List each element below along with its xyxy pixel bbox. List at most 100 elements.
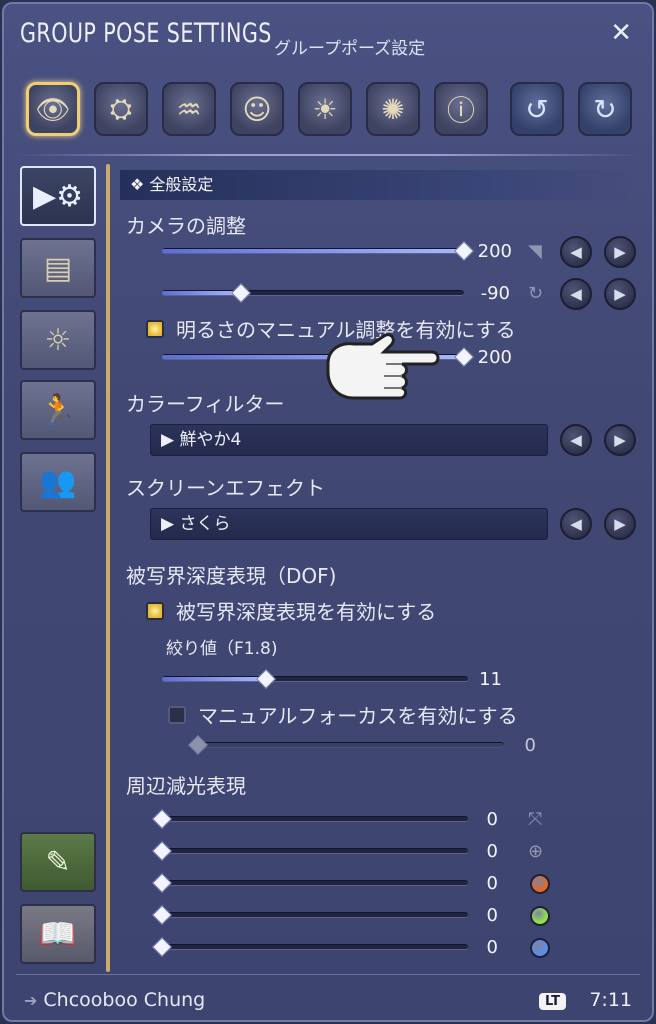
light-icon: ⛭	[109, 92, 133, 125]
tab-time-lock[interactable]: ☀	[298, 82, 352, 136]
vignette-value-3: 0	[486, 873, 498, 894]
manual-focus-checkbox[interactable]	[168, 706, 186, 724]
camera-slider-1-value: 200	[477, 241, 512, 262]
close-button[interactable]: ✕	[610, 18, 632, 48]
camera-slider-1[interactable]	[162, 241, 474, 261]
color-dot-orange[interactable]	[530, 874, 550, 894]
sidebar-item-pose[interactable]: 🏃	[20, 380, 96, 440]
manual-book-icon: 📖	[39, 916, 77, 952]
slider-fill	[162, 677, 267, 681]
slider-fill	[162, 291, 241, 295]
eye-icon: 👁	[35, 92, 71, 126]
chevron-right-icon: ▶	[614, 515, 626, 533]
color-dot-blue[interactable]	[530, 938, 550, 958]
color-filter-label: カラーフィルター	[126, 392, 285, 416]
tab-camera-view[interactable]: 👁	[26, 82, 80, 136]
screen-effect-select[interactable]: ▶ さくら	[150, 508, 548, 540]
manual-button[interactable]: 📖	[20, 904, 96, 964]
wifi-icon: ◥	[528, 241, 542, 262]
anchor-icon: ⊕	[528, 841, 544, 862]
aperture-value: 11	[479, 669, 502, 690]
screen-effect-next-button[interactable]: ▶	[604, 508, 636, 540]
window-subtitle: グループポーズ設定	[274, 39, 426, 59]
vignette-slider-2[interactable]	[152, 841, 468, 861]
color-filter-next-button[interactable]: ▶	[604, 424, 636, 456]
vignette-value-2: 0	[486, 841, 498, 862]
rotate-icon: ↻	[528, 283, 544, 304]
slider-knob[interactable]	[152, 841, 172, 861]
vignette-slider-1[interactable]	[152, 809, 468, 829]
slider-knob[interactable]	[152, 905, 172, 925]
chevron-left-icon: ◀	[570, 431, 582, 449]
info-button[interactable]: ⓘ	[434, 82, 488, 136]
arrow-right-icon: ➔	[24, 991, 38, 1010]
dof-enable-label: 被写界深度表現を有効にする	[176, 600, 437, 624]
character-pose-icon: 🏃	[39, 392, 77, 428]
vignette-value-1: 0	[486, 809, 498, 830]
window-title: GROUP POSE SETTINGS	[20, 18, 272, 49]
slider-knob[interactable]	[152, 937, 172, 957]
hand-cursor-icon	[326, 333, 440, 400]
slider-knob[interactable]	[256, 669, 276, 689]
user-name: ➔ Chcooboo Chung	[24, 989, 205, 1011]
camera-slider-2-value: -90	[480, 283, 510, 304]
sidebar-item-frame[interactable]: ▤	[20, 238, 96, 298]
manual-focus-label: マニュアルフォーカスを有効にする	[198, 704, 518, 728]
screen-effect-prev-button[interactable]: ◀	[560, 508, 592, 540]
time-lock-icon: ☀	[312, 92, 338, 126]
chevron-left-icon: ◀	[570, 243, 582, 261]
guide-button[interactable]: ✎	[20, 832, 96, 892]
brightness-checkbox[interactable]	[146, 320, 164, 338]
clock: 7:11	[589, 989, 632, 1011]
vignette-slider-5[interactable]	[152, 937, 468, 957]
sidebar-item-camera[interactable]: ▶⚙	[20, 166, 96, 226]
group-pose-settings-window: GROUP POSE SETTINGS グループポーズ設定 ✕ 👁 ⛭ ♒ ☺ …	[2, 2, 654, 1022]
camera-slider-2[interactable]	[162, 283, 464, 303]
user-name-text: Chcooboo Chung	[43, 989, 206, 1011]
effect-icon: ✺	[381, 92, 405, 126]
vignette-slider-3[interactable]	[152, 873, 468, 893]
sidebar-item-lighting[interactable]: ☼	[20, 310, 96, 370]
aperture-slider[interactable]	[162, 669, 468, 689]
footer-divider	[16, 974, 640, 975]
reset-all-icon: ↻	[593, 92, 617, 126]
chevron-right-icon: ▶	[614, 285, 626, 303]
chevron-right-icon: ▶	[614, 243, 626, 261]
chevron-left-icon: ◀	[570, 515, 582, 533]
color-filter-select[interactable]: ▶ 鮮やか4	[150, 424, 548, 456]
tab-effect[interactable]: ✺	[366, 82, 420, 136]
frame-icon: ▤	[43, 250, 73, 286]
lighting-icon: ☼	[44, 322, 72, 358]
slider-knob[interactable]	[230, 283, 251, 303]
section-header-general: ❖ 全般設定	[120, 170, 640, 200]
sidebar-item-group[interactable]: 👥	[20, 452, 96, 512]
slider-knob	[188, 735, 208, 755]
dof-enable-checkbox[interactable]	[146, 602, 164, 620]
guide-book-icon: ✎	[45, 844, 71, 880]
camera-slider-2-prev-button[interactable]: ◀	[560, 278, 592, 310]
slider-knob[interactable]	[152, 809, 172, 829]
aperture-label: 絞り値（F1.8)	[166, 639, 278, 659]
info-icon: ⓘ	[446, 94, 475, 127]
vignette-slider-4[interactable]	[152, 905, 468, 925]
tab-pose[interactable]: ♒	[162, 82, 216, 136]
camera-slider-1-prev-button[interactable]: ◀	[560, 236, 592, 268]
lt-badge: LT	[539, 993, 566, 1010]
chevron-left-icon: ◀	[570, 285, 582, 303]
color-filter-prev-button[interactable]: ◀	[560, 424, 592, 456]
tab-expression[interactable]: ☺	[230, 82, 284, 136]
screen-effect-label: スクリーンエフェクト	[126, 476, 325, 500]
pose-icon: ♒	[176, 92, 202, 126]
tab-light[interactable]: ⛭	[94, 82, 148, 136]
focus-value: 0	[524, 735, 536, 756]
camera-slider-1-next-button[interactable]: ▶	[604, 236, 636, 268]
color-dot-green[interactable]	[530, 906, 550, 926]
slider-knob[interactable]	[152, 873, 172, 893]
chevron-right-icon: ▶	[614, 431, 626, 449]
sidebar-divider	[106, 164, 110, 972]
reset-all-button[interactable]: ↻	[578, 82, 632, 136]
camera-slider-2-next-button[interactable]: ▶	[604, 278, 636, 310]
expression-icon: ☺	[242, 92, 272, 126]
expand-icon: ⤧	[528, 809, 543, 830]
reset-button[interactable]: ↺	[510, 82, 564, 136]
